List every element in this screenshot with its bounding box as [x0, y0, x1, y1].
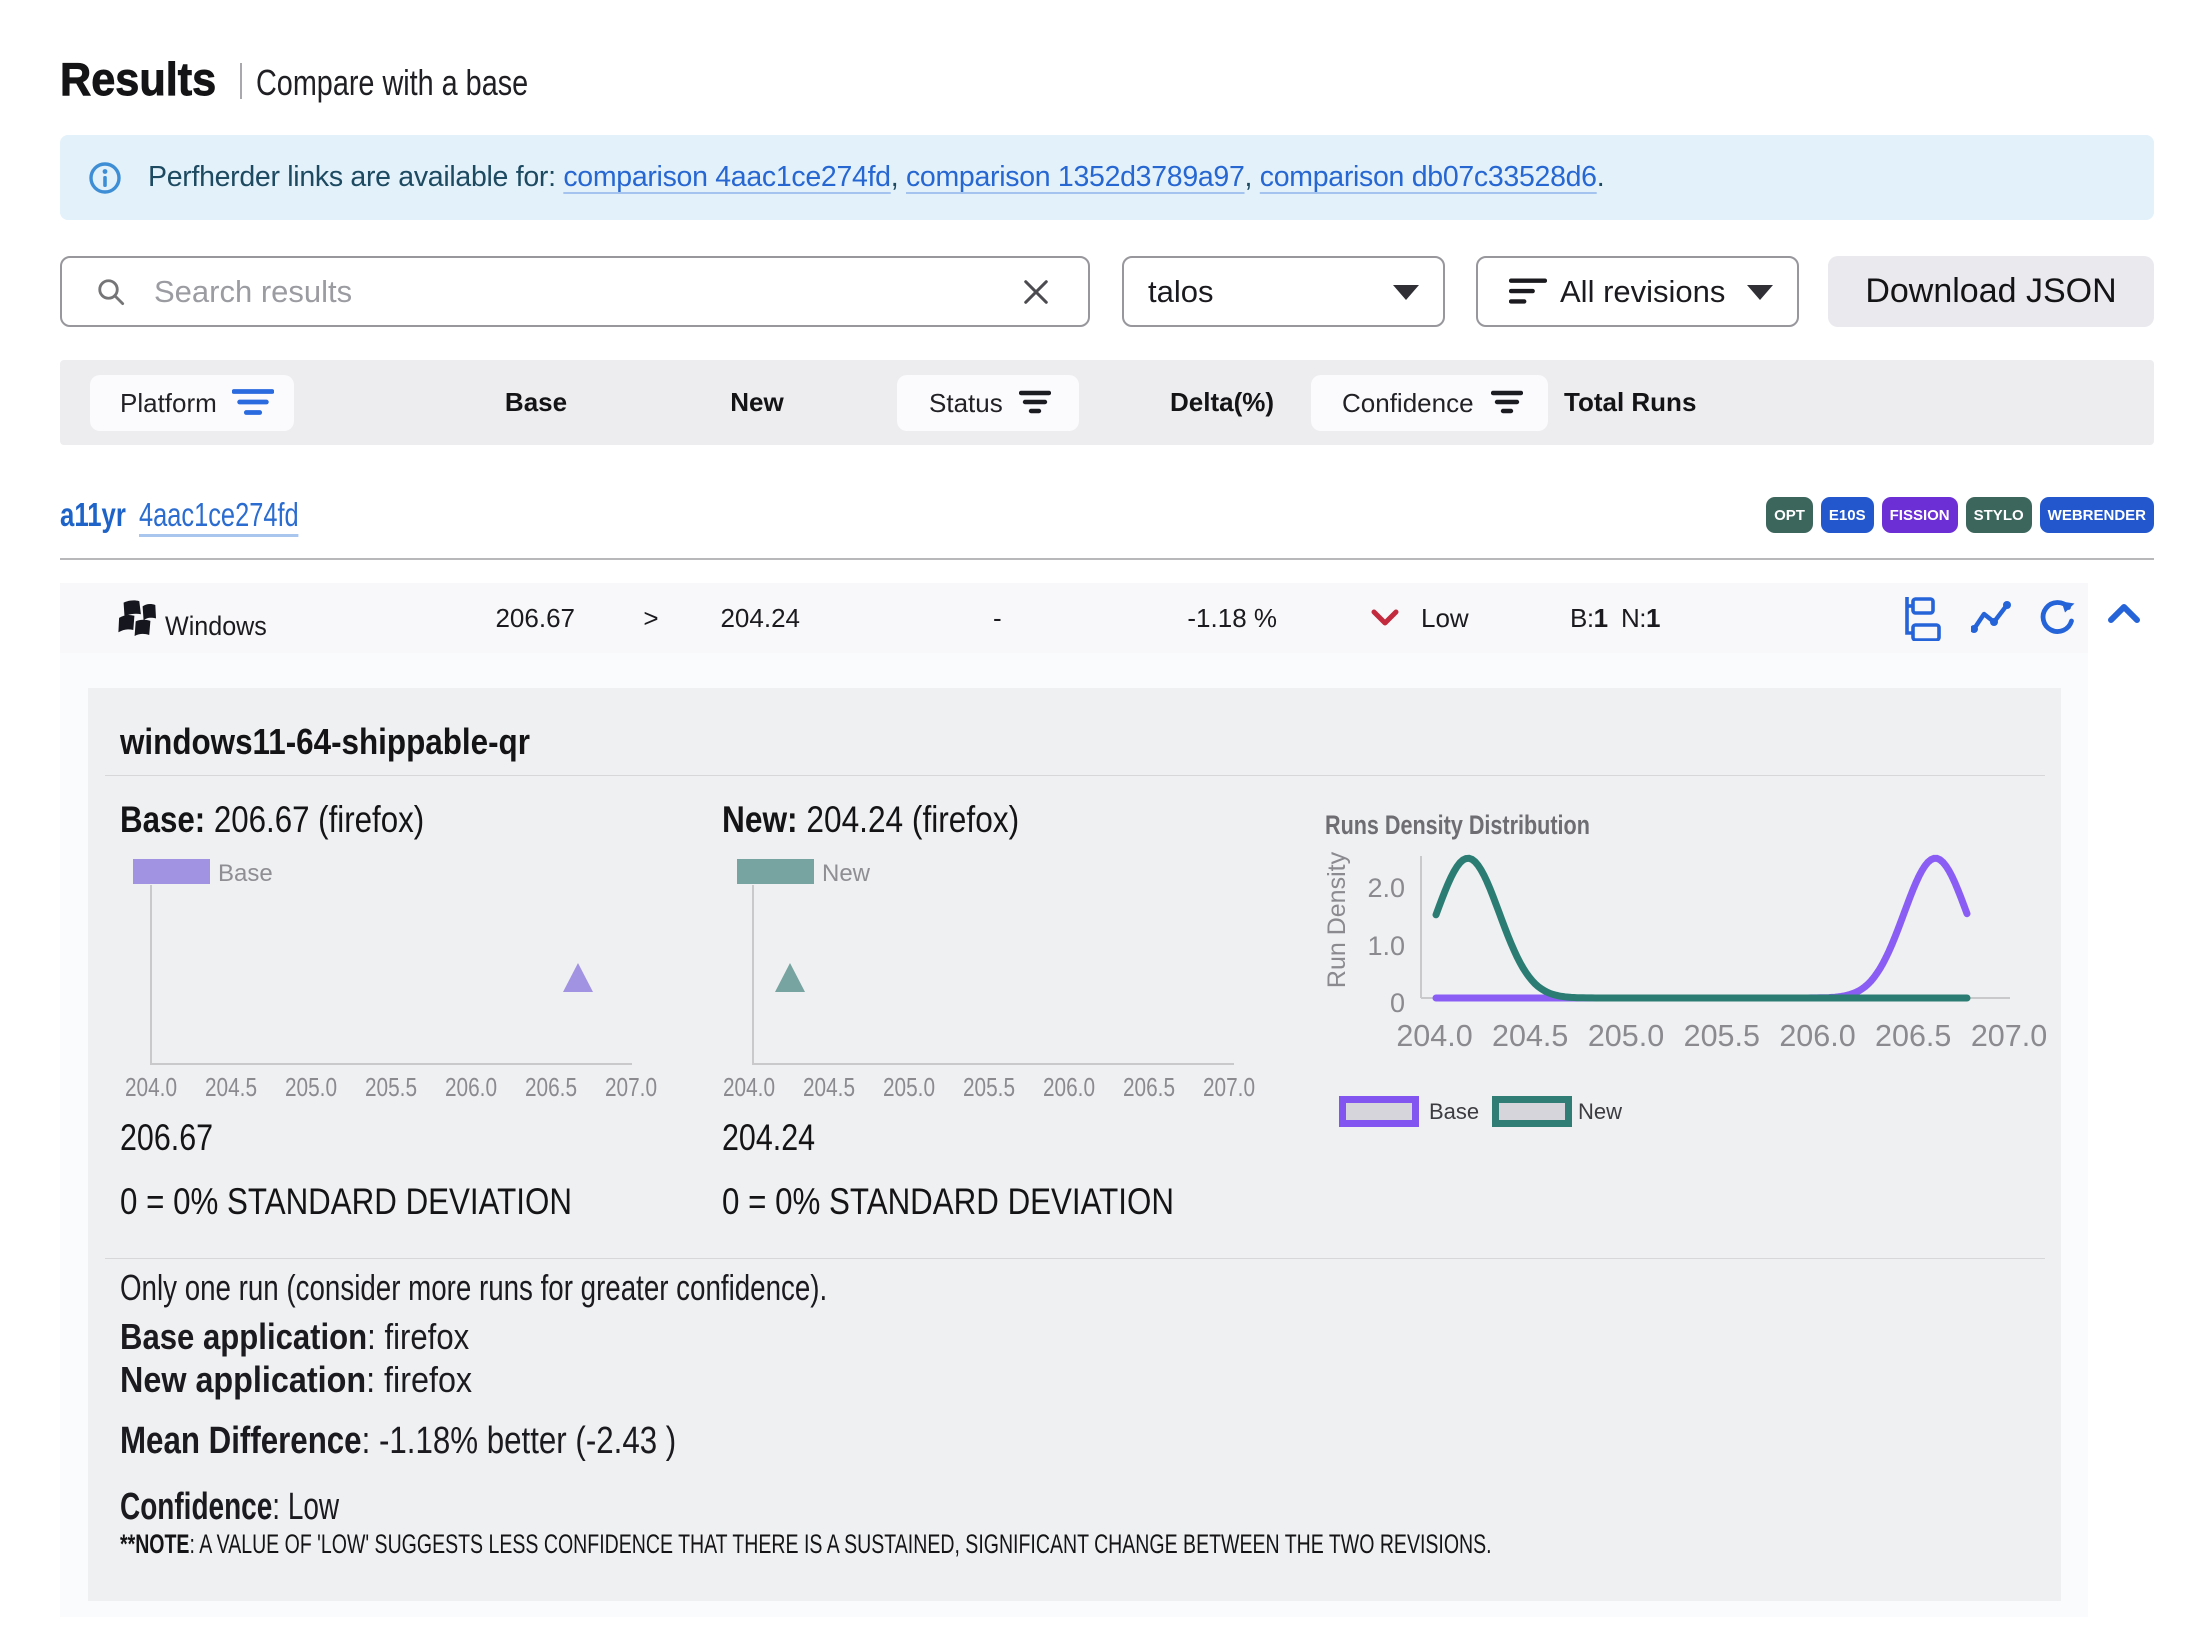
svg-text:2.0: 2.0: [1367, 873, 1405, 903]
svg-text:206.5: 206.5: [1875, 1019, 1951, 1053]
svg-text:Run Density: Run Density: [1323, 851, 1351, 988]
svg-text:205.5: 205.5: [1684, 1019, 1760, 1053]
svg-text:204.5: 204.5: [1492, 1019, 1568, 1053]
svg-text:207.0: 207.0: [1971, 1019, 2047, 1053]
svg-text:0: 0: [1390, 988, 1405, 1018]
svg-text:205.0: 205.0: [1588, 1019, 1664, 1053]
svg-text:206.0: 206.0: [1779, 1019, 1855, 1053]
svg-text:1.0: 1.0: [1367, 931, 1405, 961]
svg-text:204.0: 204.0: [1396, 1019, 1472, 1053]
